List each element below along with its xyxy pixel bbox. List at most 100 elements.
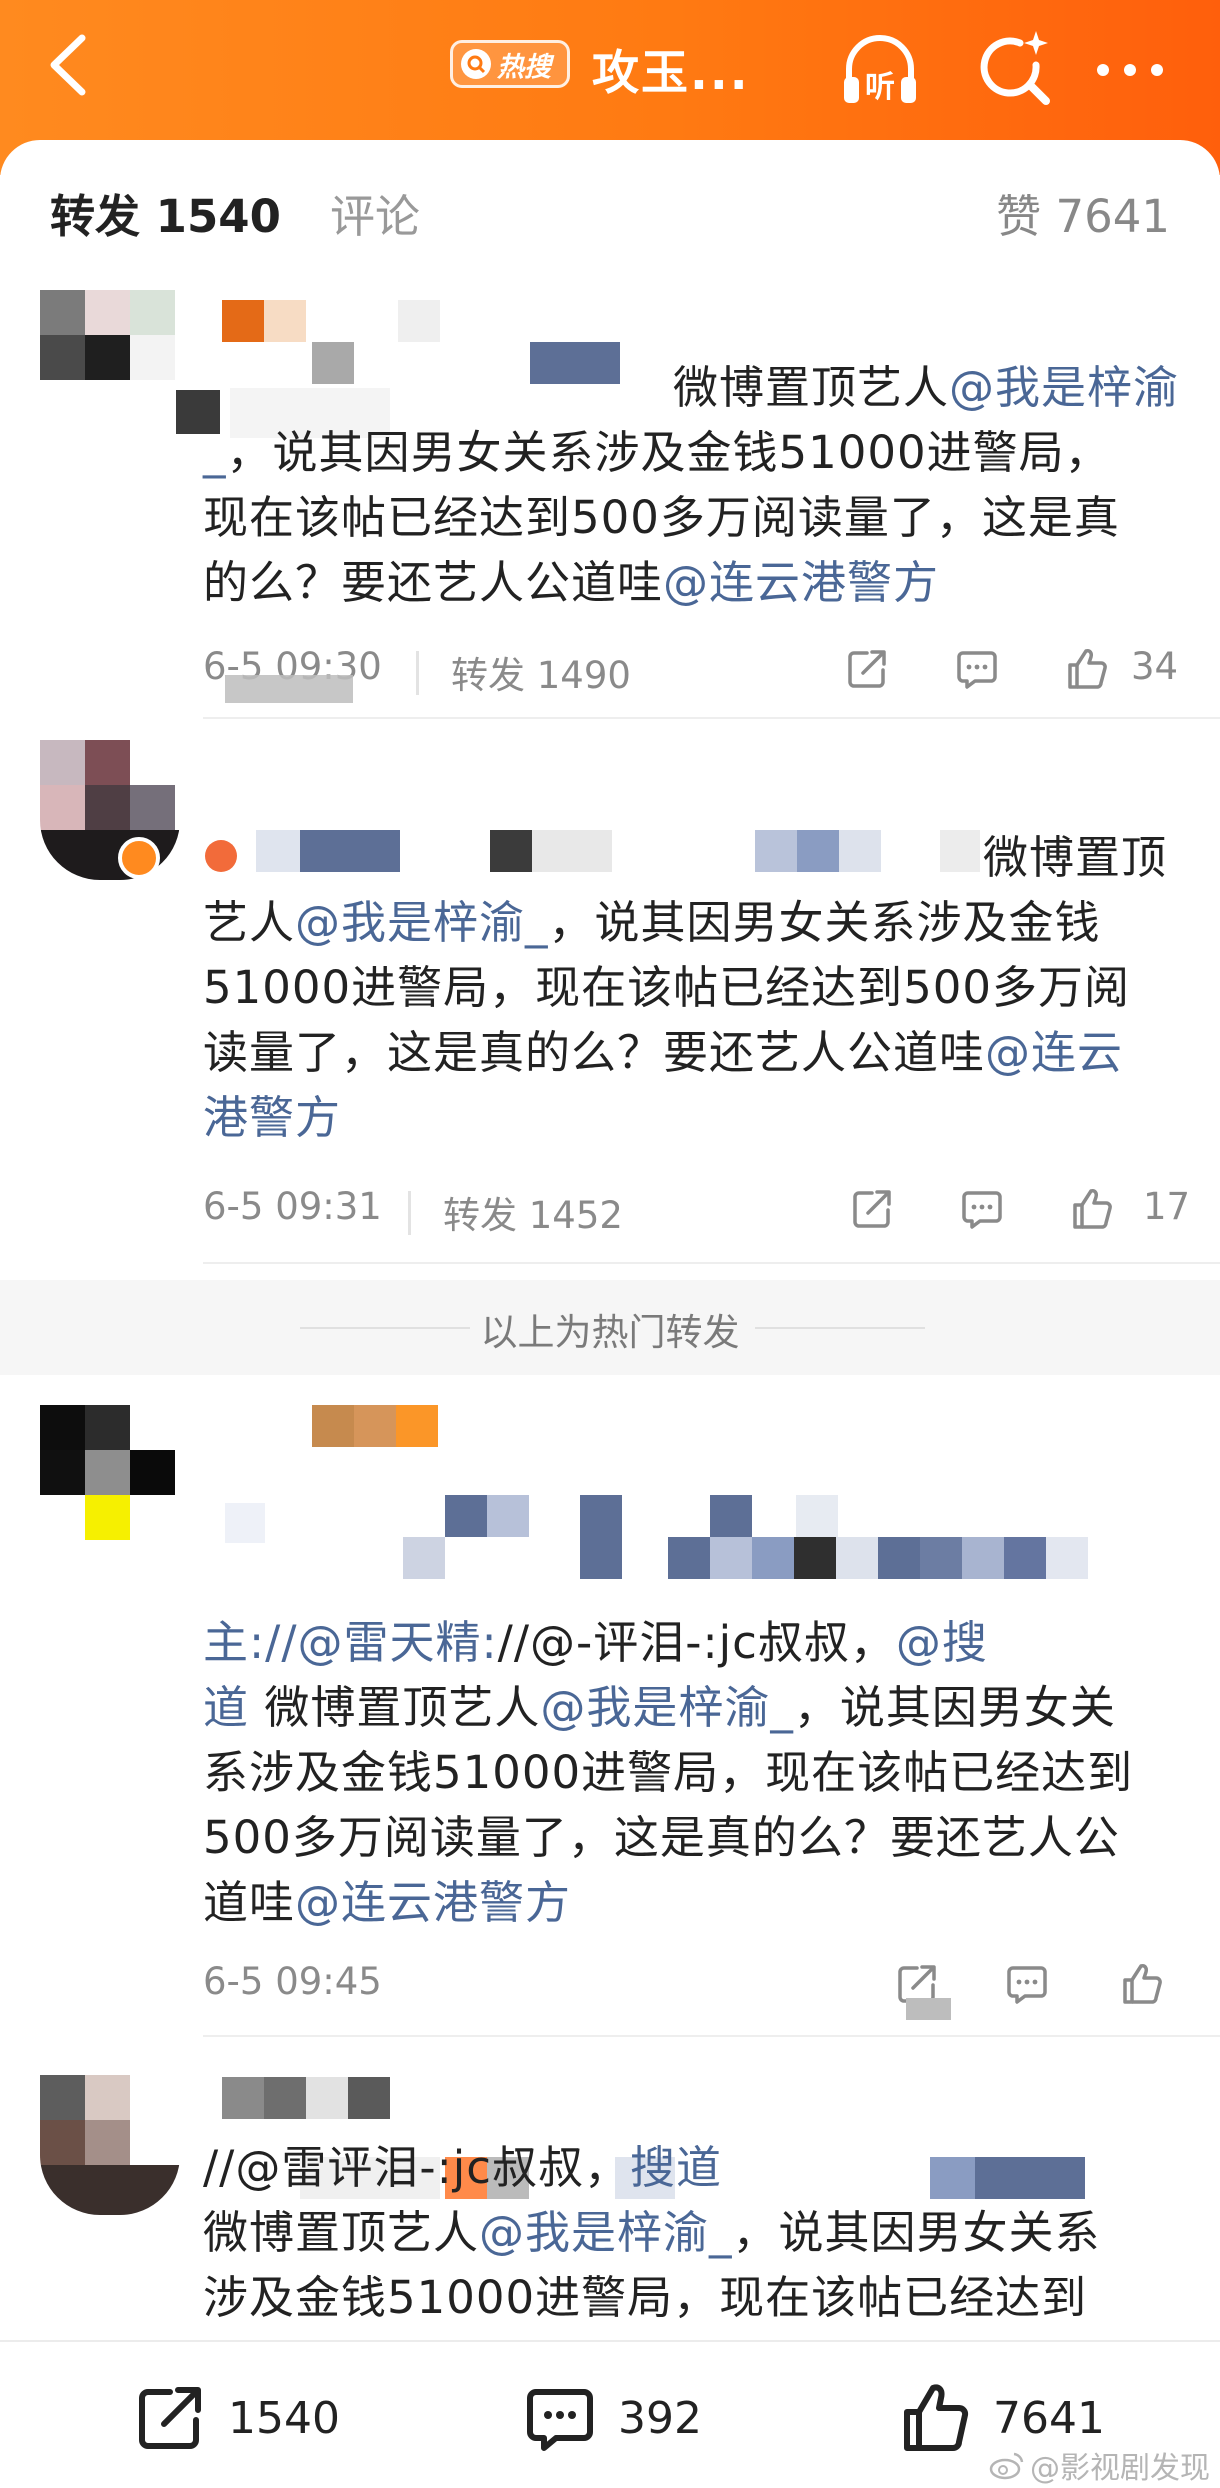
mosaic-block [962,1537,1004,1579]
comment-icon [527,2389,593,2451]
mosaic-block [354,1405,396,1447]
text-line: 微博置顶艺人@我是梓渝 [203,355,1188,420]
mention-link[interactable]: @连云港警方 [295,1876,571,1929]
text-run: ，说其因男女关系涉及金钱51000进警局， [226,426,1111,479]
text-run: 的么？要还艺人公道哇 [203,556,664,609]
text-line: 道 微博置顶艺人@我是梓渝_，说其因男女关 [203,1675,1188,1740]
comment-action[interactable]: 392 [520,2378,702,2458]
mosaic-block [264,2077,306,2119]
text-line: 道哇@连云港警方 [203,1870,1188,1935]
divider-line [755,1327,925,1329]
watermark-text: @影视剧发现 [1030,2451,1210,2486]
ai-search-button[interactable] [970,25,1060,115]
repost-text: 微博置顶艺人@我是梓渝_，说其因男女关系涉及金钱 51000进警局，现在该帖已经达… [203,825,1188,1150]
text-run: 微博置顶艺人 [203,2206,480,2259]
hot-repost-label: 以上为热门转发 [480,1311,740,1354]
text-run: 现在该帖已经达到500多万阅读量了，这是真 [203,491,1120,544]
mention-link[interactable]: _ [203,426,227,479]
text-line: 港警方 [203,1085,1188,1150]
text-run: //@-评泪-:jc叔叔， [497,1616,896,1669]
hot-search-badge[interactable]: 热搜 [450,40,570,88]
avatar[interactable] [40,2075,180,2215]
mention-link[interactable]: 主://@雷天精: [203,1616,498,1669]
mosaic-block [878,1537,920,1579]
more-dots-icon [1097,64,1163,76]
mosaic-block [403,1537,445,1579]
repost-action[interactable]: 1540 [130,2378,340,2458]
like-count: 7641 [993,2392,1105,2444]
text-run: 艺人 [203,896,296,949]
mosaic-block [398,300,440,342]
mosaic-block [836,1537,878,1579]
text-line: 51000进警局，现在该帖已经达到500多万阅 [203,955,1188,1020]
text-line: 微博置顶艺人@我是梓渝_，说其因男女关系 [203,2200,1188,2265]
mosaic-block [580,1495,622,1579]
thumbs-up-icon [904,2384,969,2451]
mosaic-block [796,1495,838,1537]
text-run: ，说其因男女关 [793,1681,1116,1734]
post-time: 6-5 09:31 [203,1185,382,1228]
repost-text: //@雷评泪-:jc叔叔，搜道 微博置顶艺人@我是梓渝_，说其因男女关系 涉及金钱5… [203,2135,1188,2330]
mosaic-block [906,1998,951,2020]
mention-link[interactable]: @搜 [896,1616,988,1669]
mosaic-block [348,2077,390,2119]
tab-likes[interactable]: 赞 7641 [996,180,1170,245]
headphones-icon: 听 [844,35,916,105]
thumbs-up-icon[interactable] [1118,1960,1166,2008]
text-line: 系涉及金钱51000进警局，现在该帖已经达到 [203,1740,1188,1805]
text-run: ，说其因男女关系 [732,2206,1101,2259]
mention-link[interactable]: 港警方 [203,1091,341,1144]
divider [203,717,1220,719]
comment-icon[interactable] [1003,1960,1051,2008]
mention-link[interactable]: 搜道 [630,2141,722,2194]
back-button[interactable] [40,30,100,100]
verified-badge [118,837,160,879]
like-count: 34 [1131,645,1179,688]
mention-link[interactable]: @连云港警方 [663,556,939,609]
mosaic-block [225,1503,265,1543]
search-icon [461,49,491,79]
text-run: 微博置顶艺人 [673,361,950,414]
text-run: 涉及金钱51000进警局，现在该帖已经达到 [203,2271,1088,2324]
text-line: 微博置顶 [203,825,1188,890]
text-run: ，说其因男女关系涉及金钱 [548,896,1101,949]
text-line: 读量了，这是真的么？要还艺人公道哇@连云 [203,1020,1188,1085]
mention-link[interactable]: @我是梓渝_ [479,2206,733,2259]
post-meta: 6-5 09:31 转发 1452 17 [203,1185,1190,1245]
share-icon[interactable] [848,1185,896,1233]
text-line: 的么？要还艺人公道哇@连云港警方 [203,550,1188,615]
text-run: 500多万阅读量了，这是真的么？要还艺人公 [203,1811,1120,1864]
mosaic-block [1046,1537,1088,1579]
text-line: //@雷评泪-:jc叔叔，搜道 [203,2135,1188,2200]
watermark: @影视剧发现 [988,2443,1210,2487]
avatar[interactable] [40,1405,180,1545]
comment-icon[interactable] [958,1185,1006,1233]
mention-link[interactable]: 道 [203,1681,249,1734]
thumbs-up-icon[interactable] [1068,1185,1116,1233]
share-icon[interactable] [843,645,891,693]
svg-text:听: 听 [865,70,895,105]
mosaic-block [396,1405,438,1447]
mosaic-block [222,2077,264,2119]
post-meta: 6-5 09:45 [203,1960,1188,2020]
tabs-row: 转发 1540 评论 赞 7641 [0,140,1220,290]
mosaic-block [752,1537,794,1579]
more-button[interactable] [1085,25,1175,115]
repost-count: 1540 [228,2392,340,2444]
mosaic-block [225,675,353,703]
text-line: _，说其因男女关系涉及金钱51000进警局， [203,420,1188,485]
text-run: 系涉及金钱51000进警局，现在该帖已经达到 [203,1746,1134,1799]
mosaic-block [710,1537,752,1579]
mention-link[interactable]: @我是梓渝_ [295,896,549,949]
avatar[interactable] [40,290,180,430]
mosaic-block [312,1405,354,1447]
hot-repost-divider: 以上为热门转发 [0,1280,1220,1375]
mention-link[interactable]: @我是梓渝_ [540,1681,794,1734]
comment-icon[interactable] [953,645,1001,693]
repost-count-link[interactable]: 转发 1452 [443,1185,623,1239]
repost-count-link[interactable]: 转发 1490 [451,645,631,699]
thumbs-up-icon[interactable] [1063,645,1111,693]
mention-link[interactable]: @连云 [985,1026,1123,1079]
mention-link[interactable]: @我是梓渝 [949,361,1179,414]
listen-button[interactable]: 听 [835,25,925,115]
